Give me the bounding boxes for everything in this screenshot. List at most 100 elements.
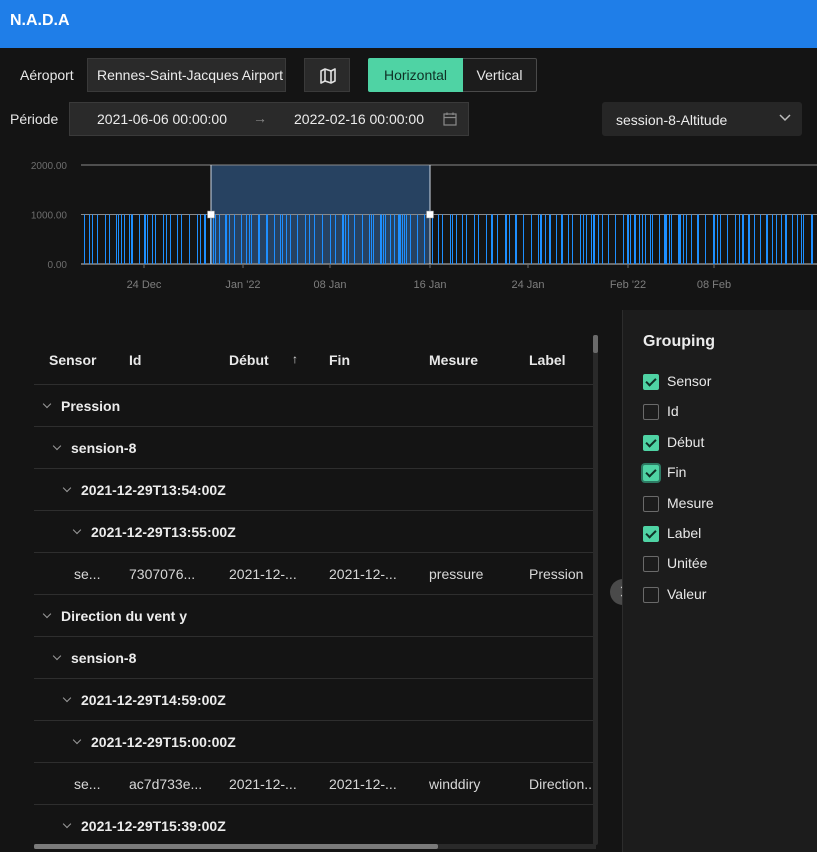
horizontal-toggle[interactable]: Horizontal <box>368 58 463 92</box>
bar <box>348 214 349 264</box>
table-row[interactable]: se... ac7d733e... 2021-12-... 2021-12-... wi… <box>34 763 594 805</box>
expand-caret-icon[interactable] <box>42 609 52 619</box>
bar <box>282 214 283 264</box>
bar <box>540 214 542 264</box>
group-row[interactable]: 2021-12-29T15:39:00Z <box>34 805 594 846</box>
expand-caret-icon[interactable] <box>52 651 62 661</box>
column-header-mesure[interactable]: Mesure <box>429 352 478 368</box>
expand-caret-icon[interactable] <box>42 399 52 409</box>
bar <box>748 214 750 264</box>
table-cell-fin: 2021-12-... <box>329 776 397 792</box>
bar <box>691 214 692 264</box>
grouping-option-label[interactable]: Label <box>667 525 701 541</box>
bar <box>561 214 563 264</box>
table-body: Pression sension-8 2021-12-29T13:54:00Z 202… <box>34 385 594 846</box>
sort-ascending-icon[interactable]: ↑ <box>292 352 298 366</box>
vertical-toggle[interactable]: Vertical <box>463 58 537 92</box>
grouping-option-label[interactable]: Début <box>667 434 704 450</box>
series-select[interactable]: session-8-Altitude <box>602 102 802 136</box>
period-end-input[interactable]: 2022-02-16 00:00:00 <box>294 111 424 127</box>
group-row[interactable]: Pression <box>34 385 594 427</box>
grouping-option-label[interactable]: Mesure <box>667 495 714 511</box>
column-header-debut[interactable]: Début <box>229 352 269 368</box>
bar <box>390 214 391 264</box>
bar <box>623 214 624 264</box>
x-tick-label: Feb '22 <box>610 279 646 291</box>
bar <box>580 214 581 264</box>
bar <box>424 214 425 264</box>
grouping-option-label[interactable]: Sensor <box>667 373 711 389</box>
bar <box>797 214 798 264</box>
grouping-checkbox-sensor[interactable] <box>643 374 659 390</box>
bar <box>249 214 250 264</box>
table-cell-id: 7307076... <box>129 566 196 582</box>
bar <box>219 214 220 264</box>
bar <box>545 214 546 264</box>
grouping-checkbox-fin[interactable] <box>643 465 659 482</box>
group-row[interactable]: 2021-12-29T13:55:00Z <box>34 511 594 553</box>
table-horizontal-scrollbar[interactable] <box>34 844 596 849</box>
map-button[interactable] <box>304 58 350 92</box>
period-range-picker[interactable]: 2021-06-06 00:00:00 → 2022-02-16 00:00:0… <box>69 102 469 136</box>
column-header-sensor[interactable]: Sensor <box>49 352 96 368</box>
expand-caret-icon[interactable] <box>72 735 82 745</box>
expand-caret-icon[interactable] <box>52 441 62 451</box>
bar <box>394 214 395 264</box>
column-header-fin[interactable]: Fin <box>329 352 350 368</box>
bar <box>330 214 331 264</box>
group-label: 2021-12-29T15:39:00Z <box>81 818 226 834</box>
bar <box>683 214 684 264</box>
bar <box>727 214 728 264</box>
grouping-checkbox-début[interactable] <box>643 434 659 451</box>
bar <box>406 214 407 264</box>
period-start-input[interactable]: 2021-06-06 00:00:00 <box>97 111 227 127</box>
expand-caret-icon[interactable] <box>72 525 82 535</box>
x-tick-label: Jan '22 <box>225 279 260 291</box>
bar <box>197 214 198 264</box>
bar <box>139 214 140 264</box>
bar <box>335 214 336 264</box>
grouping-option-label[interactable]: Id <box>667 403 679 419</box>
bar <box>170 214 171 264</box>
bar <box>241 214 242 264</box>
column-header-label[interactable]: Label <box>529 352 566 368</box>
bar <box>380 214 382 264</box>
bar <box>385 214 386 264</box>
airport-select[interactable]: Rennes-Saint-Jacques Airport <box>87 58 286 92</box>
grouping-checkbox-id[interactable] <box>643 404 659 421</box>
group-row[interactable]: sension-8 <box>34 427 594 469</box>
bar <box>754 214 755 264</box>
grouping-option-label[interactable]: Fin <box>667 464 686 480</box>
column-header-id[interactable]: Id <box>129 352 141 368</box>
grouping-checkbox-valeur[interactable] <box>643 586 659 603</box>
table-vertical-scrollbar[interactable] <box>593 335 598 845</box>
bar <box>781 214 782 264</box>
bar <box>109 214 110 264</box>
bar <box>760 214 761 264</box>
expand-caret-icon[interactable] <box>62 693 72 703</box>
group-row[interactable]: Direction du vent y <box>34 595 594 637</box>
table-row[interactable]: se... 7307076... 2021-12-... 2021-12-... pre… <box>34 553 594 595</box>
group-row[interactable]: 2021-12-29T13:54:00Z <box>34 469 594 511</box>
bar <box>766 214 768 264</box>
bar <box>639 214 640 264</box>
bar <box>369 214 370 264</box>
grouping-checkbox-mesure[interactable] <box>643 495 659 512</box>
bar <box>739 214 740 264</box>
group-row[interactable]: 2021-12-29T15:00:00Z <box>34 721 594 763</box>
expand-caret-icon[interactable] <box>62 483 72 493</box>
group-row[interactable]: sension-8 <box>34 637 594 679</box>
timeline-chart[interactable]: 2000.00 1000.00 0.00 24 Dec Jan '22 08 Jan 16 … <box>0 150 817 300</box>
bar <box>84 214 85 264</box>
expand-caret-icon[interactable] <box>62 819 72 829</box>
bar <box>602 214 603 264</box>
grouping-checkbox-unitée[interactable] <box>643 556 659 573</box>
table-cell-mesure: winddiry <box>429 776 481 792</box>
group-row[interactable]: 2021-12-29T14:59:00Z <box>34 679 594 721</box>
x-tick-label: 08 Feb <box>697 279 731 291</box>
bar <box>204 214 206 264</box>
grouping-option-label[interactable]: Valeur <box>667 586 706 602</box>
bar <box>131 214 133 264</box>
grouping-checkbox-label[interactable] <box>643 526 659 542</box>
grouping-option-label[interactable]: Unitée <box>667 555 707 571</box>
